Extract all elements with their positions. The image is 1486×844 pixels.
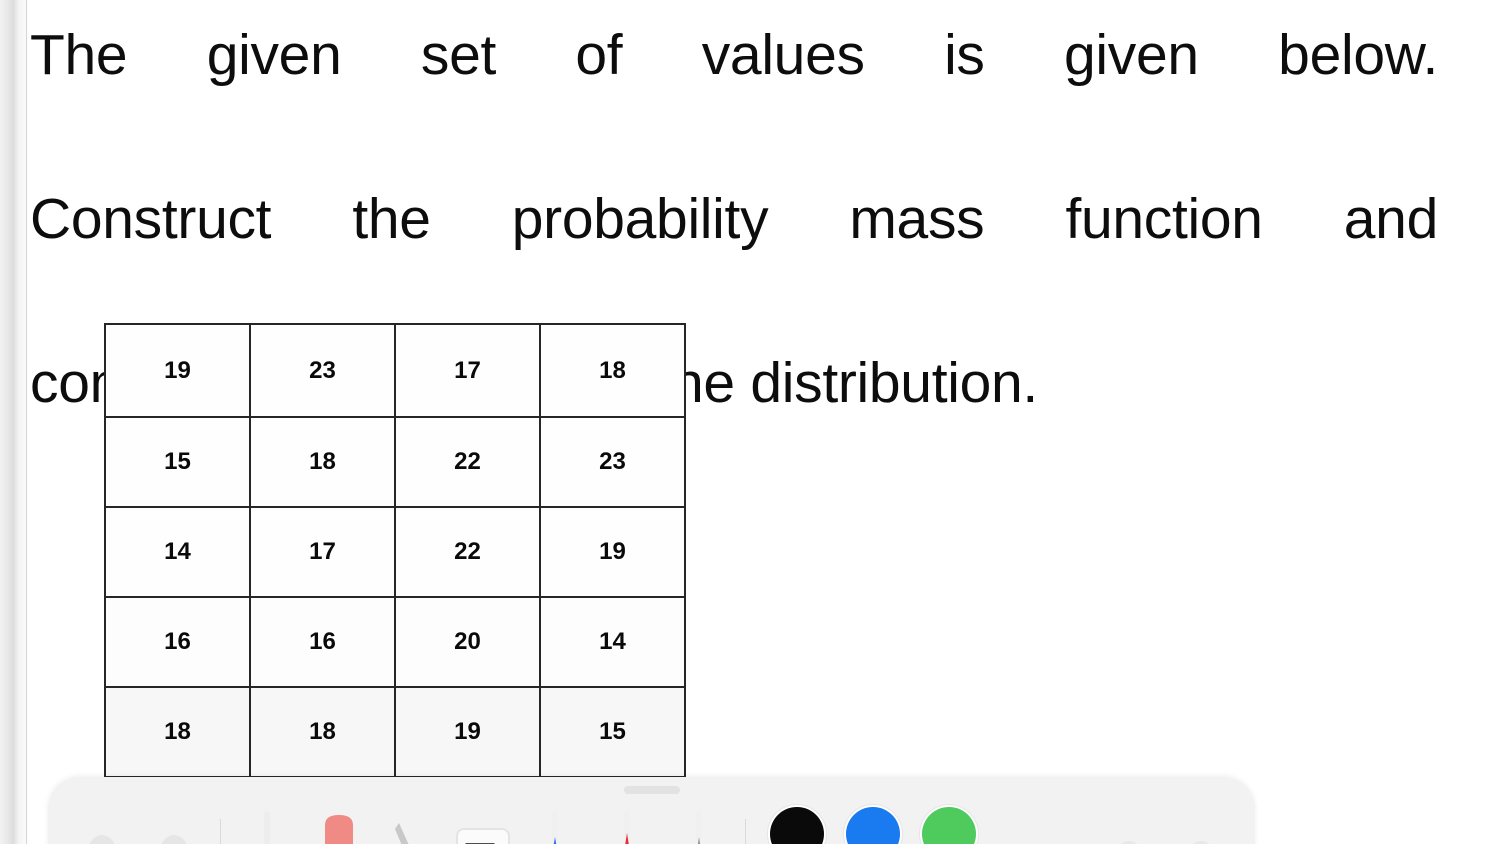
add-page-icon [1105,837,1153,844]
redo-tool[interactable] [138,809,210,844]
table-cell: 19 [394,686,541,778]
table-row: 18 18 19 15 [104,686,686,778]
toolbar-drag-handle[interactable] [623,786,680,794]
table-cell: 18 [104,686,251,778]
page-binding-line [26,0,27,844]
table-cell: 22 [394,416,541,508]
ruler-tool[interactable] [447,809,519,844]
note-page-canvas[interactable]: The given set of values is given below. … [0,0,1486,844]
color-swatch-group [770,807,976,844]
table-cell: 23 [249,323,396,418]
toolbar-divider [220,819,221,844]
prompt-line-1: The given set of values is given below. [30,23,1438,87]
table-cell: 19 [104,323,251,418]
prompt-line-2: Construct the probability mass function … [30,187,1438,251]
table-cell: 16 [104,596,251,688]
table-row: 16 16 20 14 [104,596,686,688]
table-cell: 17 [249,506,396,598]
table-cell: 23 [539,416,686,508]
grey-pen-icon [686,811,712,844]
table-cell: 16 [249,596,396,688]
eraser-tool[interactable] [303,809,375,844]
undo-tool[interactable] [66,809,138,844]
toolbar-tool-row [48,801,1255,844]
table-cell: 18 [539,323,686,418]
red-pen-icon [614,811,640,844]
add-page-tool[interactable] [1093,809,1165,844]
table-cell: 15 [539,686,686,778]
drawing-toolbar[interactable] [48,777,1255,844]
notes-app-window: The given set of values is given below. … [0,0,1486,844]
more-icon [1177,837,1225,844]
pen-icon [254,811,280,844]
color-swatch-black[interactable] [770,807,824,844]
table-cell: 15 [104,416,251,508]
table-cell: 22 [394,506,541,598]
table-cell: 14 [539,596,686,688]
color-swatch-blue[interactable] [846,807,900,844]
table-cell: 17 [394,323,541,418]
pen-tool[interactable] [231,809,303,844]
eraser-icon [314,811,364,844]
table-cell: 20 [394,596,541,688]
grey-pen-tool[interactable] [663,809,735,844]
blue-pen-icon [542,811,568,844]
table-cell: 18 [249,416,396,508]
table-cell: 14 [104,506,251,598]
table-cell: 18 [249,686,396,778]
undo-icon [78,831,126,844]
toolbar-divider [745,819,746,844]
blue-pen-tool[interactable] [519,809,591,844]
table-row: 14 17 22 19 [104,506,686,598]
table-cell: 19 [539,506,686,598]
lasso-icon [391,815,431,844]
lasso-tool[interactable] [375,809,447,844]
table-row: 15 18 22 23 [104,416,686,508]
more-tools[interactable] [1165,809,1237,844]
color-swatch-green[interactable] [922,807,976,844]
redo-icon [150,831,198,844]
red-pen-tool[interactable] [591,809,663,844]
values-table: 19 23 17 18 15 18 22 23 14 17 22 19 16 1… [104,323,686,778]
ruler-icon [451,821,515,844]
table-row: 19 23 17 18 [104,323,686,418]
